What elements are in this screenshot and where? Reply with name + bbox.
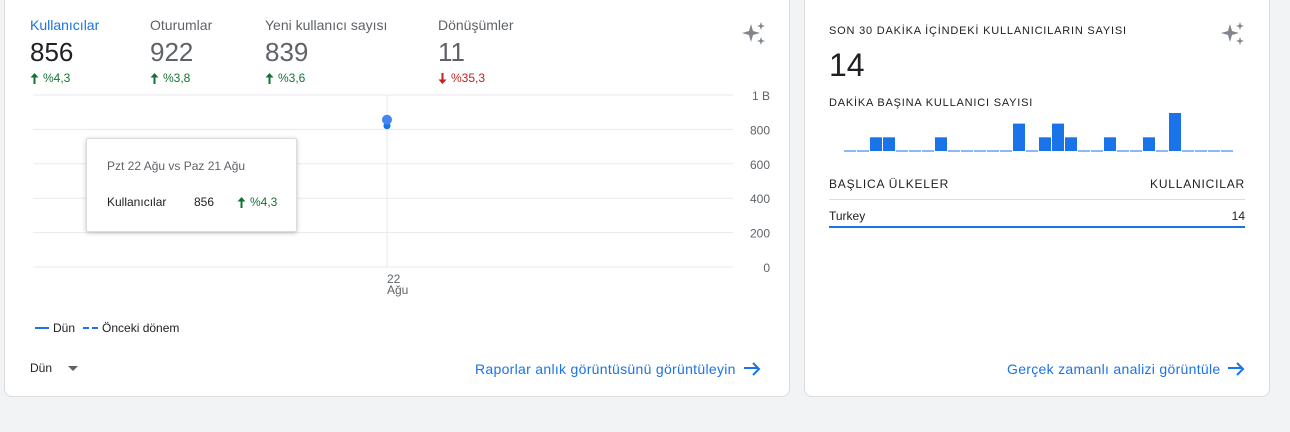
y-tick-label: 400 [750,192,770,206]
y-tick-label: 0 [763,261,770,275]
insights-sparkle-icon[interactable] [741,21,767,47]
arrow-up-icon [237,196,246,208]
minute-bar [1143,137,1155,151]
metric-delta-value: %4,3 [43,71,71,85]
metric-delta-value: %35,3 [451,71,486,85]
arrow-right-icon [743,362,761,376]
country-name: Turkey [829,209,866,223]
metric-delta: %4,3 [30,71,99,85]
y-tick-label: 800 [750,123,770,137]
legend-solid-line-swatch [35,327,49,329]
view-realtime-label: Gerçek zamanlı analizi görüntüle [1007,361,1221,377]
top-countries-header: BAŞLICA ÜLKELER [829,177,950,191]
metric-label: Kullanıcılar [30,17,100,33]
metric-delta: %3,6 [265,71,387,85]
tooltip-metric-value: 856 [194,195,215,209]
minute-bar [935,137,947,151]
metric-delta: %35,3 [438,71,513,85]
y-tick-label: 200 [750,227,770,241]
realtime-title: SON 30 DAKİKA İÇİNDEKİ KULLANICILARIN SA… [829,25,1127,37]
minute-bar [1104,137,1116,151]
tooltip-title: Pzt 22 Ağu vs Paz 21 Ağu [107,159,246,173]
view-realtime-link[interactable]: Gerçek zamanlı analizi görüntüle [1007,361,1246,377]
country-share-bar [829,226,1245,228]
per-minute-bar-chart [844,113,1233,152]
metric-value: 922 [150,37,194,67]
metric-label: Yeni kullanıcı sayısı [265,17,388,33]
view-reports-snapshot-label: Raporlar anlık görüntüsünü görüntüleyin [475,361,736,377]
table-divider [829,199,1245,200]
minute-bar [883,137,895,151]
tooltip-delta-value: %4,3 [250,195,278,209]
minute-bar [870,137,882,151]
chart-tooltip: Pzt 22 Ağu vs Paz 21 Ağu Kullanıcılar 85… [86,138,297,232]
x-tick-label: Ağu [387,283,408,297]
chart-legend: Dün Önceki dönem [35,321,179,335]
metric-value: 856 [30,37,74,67]
caret-down-icon [68,365,79,371]
country-user-count: 14 [1231,209,1245,223]
realtime-card: SON 30 DAKİKA İÇİNDEKİ KULLANICILARIN SA… [804,0,1270,397]
metric-tab-new-users[interactable]: Yeni kullanıcı sayısı 839 %3,6 [265,17,387,85]
overview-card: Kullanıcılar 856 %4,3 Oturumlar 922 %3,8… [4,0,790,397]
legend-previous-label: Önceki dönem [102,321,180,335]
metric-value: 839 [265,37,309,67]
minute-bar [1039,137,1051,151]
metric-tab-sessions[interactable]: Oturumlar 922 %3,8 [150,17,212,85]
minute-bar [1052,123,1064,151]
date-range-value: Dün [30,361,53,375]
minute-bar [1013,123,1025,151]
arrow-down-icon [438,72,447,84]
arrow-up-icon [265,72,274,84]
per-minute-title: DAKİKA BAŞINA KULLANICI SAYISI [829,97,1034,109]
y-tick-label: 600 [750,158,770,172]
tooltip-delta: %4,3 [237,195,277,209]
insights-sparkle-icon[interactable] [1220,21,1246,47]
metric-label: Oturumlar [150,17,213,33]
view-reports-snapshot-link[interactable]: Raporlar anlık görüntüsünü görüntüleyin [475,361,762,377]
arrow-up-icon [150,72,159,84]
metric-tab-users[interactable]: Kullanıcılar 856 %4,3 [30,17,99,85]
legend-current-label: Dün [53,321,76,335]
minute-bar [1169,113,1181,151]
metric-delta-value: %3,6 [278,71,306,85]
users-column-header: KULLANICILAR [1150,177,1245,191]
metric-delta: %3,8 [150,71,212,85]
date-range-select[interactable]: Dün [30,361,79,375]
metric-value: 11 [438,37,465,67]
metric-tab-conversions[interactable]: Dönüşümler 11 %35,3 [438,17,513,85]
minute-bar [1065,137,1077,151]
realtime-user-count: 14 [829,47,865,83]
arrow-up-icon [30,72,39,84]
y-tick-label: 1 B [752,89,770,103]
arrow-right-icon [1228,362,1245,376]
metric-label: Dönüşümler [438,17,514,33]
tooltip-metric-label: Kullanıcılar [107,195,167,209]
current-period-point[interactable] [382,114,392,125]
metric-delta-value: %3,8 [163,71,191,85]
legend-dashed-line-swatch [83,327,99,329]
